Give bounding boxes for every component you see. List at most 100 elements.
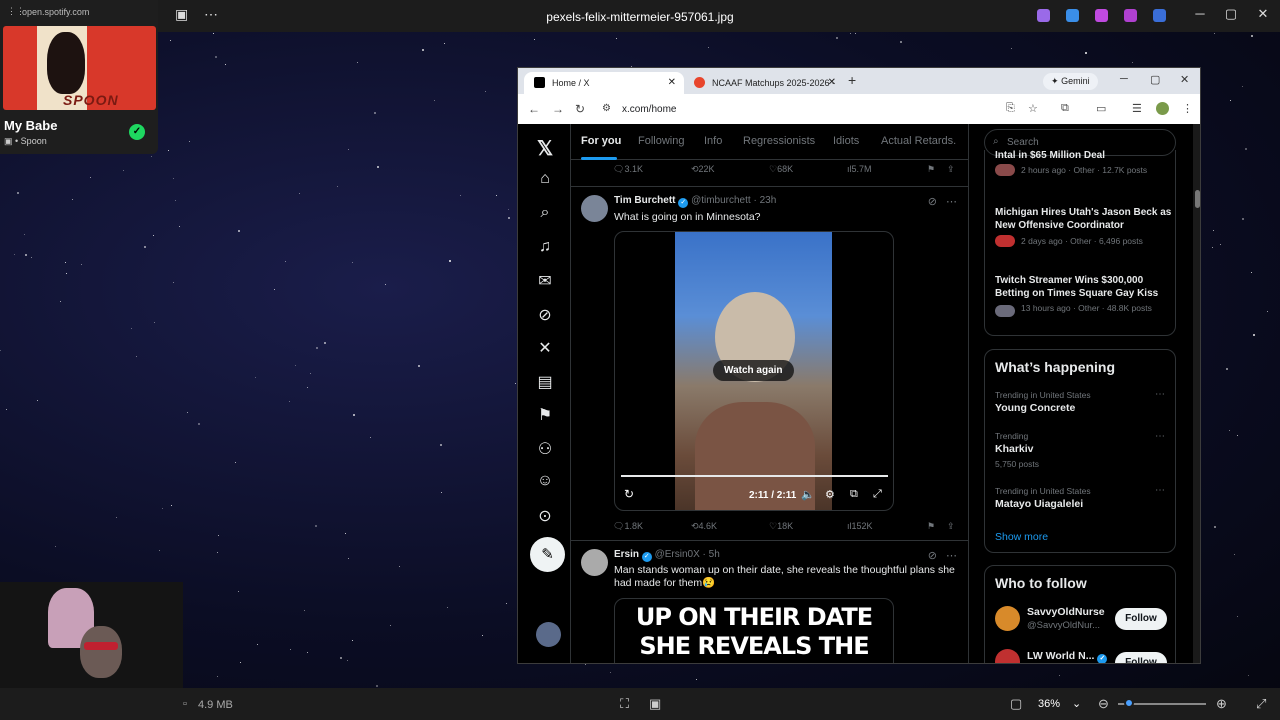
grok-explain-icon[interactable]: ⊘ (928, 195, 937, 208)
notifications-icon[interactable]: ♫ (535, 238, 555, 258)
profile-avatar[interactable] (1156, 102, 1169, 115)
maximize-button[interactable]: ▢ (1150, 73, 1160, 86)
crop-icon[interactable]: ▣ (649, 696, 661, 712)
search-icon[interactable]: ⌕ (535, 204, 555, 224)
tweet-time[interactable]: · 5h (703, 549, 720, 560)
close-tab-icon[interactable]: ✕ (828, 77, 836, 88)
copilot-icon[interactable] (1037, 9, 1050, 22)
gemini-button[interactable]: ✦ Gemini (1043, 73, 1098, 90)
grok-icon[interactable]: ⊘ (535, 305, 555, 325)
settings-icon[interactable]: ⚙ (825, 488, 835, 501)
repost-button[interactable]: ⟲ 22K (691, 164, 715, 175)
lists-icon[interactable]: ▤ (535, 372, 555, 392)
trend-name[interactable]: Kharkiv (995, 443, 1034, 455)
trend-more-icon[interactable]: ⋯ (1155, 485, 1165, 496)
tab-regressionists[interactable]: Regressionists (743, 135, 815, 147)
repost-button[interactable]: ⟲ 4.6K (691, 521, 717, 532)
reading-list-icon[interactable]: ☰ (1132, 102, 1142, 115)
close-button[interactable]: ✕ (1180, 73, 1189, 86)
more-icon[interactable]: ⊙ (535, 506, 555, 526)
album-art[interactable]: SPOON (3, 26, 156, 110)
author-handle[interactable]: @Ersin0X (655, 549, 700, 560)
home-icon[interactable]: ⌂ (535, 170, 555, 190)
tweet-image[interactable]: UP ON THEIR DATE SHE REVEALS THE THOUGHT… (614, 598, 894, 663)
close-button[interactable]: ✕ (1248, 6, 1278, 22)
video-progress-bar[interactable] (621, 475, 888, 477)
video-player[interactable]: Watch again ↻ 2:11 / 2:11 🔈 ⚙ ⧉ ⤢ (614, 231, 894, 511)
site-info-icon[interactable]: ⚙ (602, 103, 611, 114)
communities-icon[interactable]: ⚇ (535, 439, 555, 459)
fullscreen-icon[interactable]: ⤢ (873, 488, 882, 501)
fullscreen-icon[interactable]: ⤢ (1256, 696, 1266, 712)
bookmarks-icon[interactable]: ⚑ (535, 405, 555, 425)
news-title[interactable]: Michigan Hires Utah's Jason Beck as New … (995, 206, 1175, 232)
tab-ncaaf[interactable]: NCAAF Matchups 2025-2026 - ✕ (684, 72, 844, 94)
app-icon[interactable] (1066, 9, 1079, 22)
views-button[interactable]: ıl 152K (847, 521, 873, 531)
like-button[interactable]: ♡ 68K (769, 164, 793, 175)
premium-x-icon[interactable]: ✕ (535, 338, 555, 358)
install-app-icon[interactable]: ⎘ (1006, 102, 1015, 115)
author-avatar[interactable] (581, 195, 608, 222)
account-avatar[interactable] (995, 606, 1020, 631)
tweet[interactable]: Tim Burchett ✓ @timburchett · 23h ⊘ ⋯ Wh… (571, 186, 968, 592)
messages-icon[interactable]: ✉ (535, 271, 555, 291)
share-icon[interactable]: ⇪ (947, 521, 955, 532)
replay-icon[interactable]: ↻ (624, 487, 634, 501)
grok-explain-icon[interactable]: ⊘ (928, 549, 937, 562)
minimize-button[interactable]: ─ (1120, 73, 1128, 85)
sidebar-icon[interactable]: ▭ (1096, 102, 1106, 115)
tweet-more-icon[interactable]: ⋯ (946, 195, 957, 208)
scrollbar-thumb[interactable] (1195, 190, 1200, 208)
author-name[interactable]: Tim Burchett (614, 195, 676, 206)
reload-icon[interactable]: ↻ (575, 102, 585, 116)
zoom-level-select[interactable]: 36% ⌄ (1030, 694, 1088, 714)
post-button[interactable]: ✎ (530, 537, 565, 572)
extensions-icon[interactable]: ⧉ (1061, 102, 1069, 115)
tweet-more-icon[interactable]: ⋯ (946, 549, 957, 562)
reply-button[interactable]: 🗨 3.1K (613, 164, 643, 175)
watch-again-button[interactable]: Watch again (713, 360, 794, 381)
zoom-out-icon[interactable]: ⊖ (1098, 696, 1109, 712)
close-tab-icon[interactable]: ✕ (668, 77, 676, 88)
zoom-slider-handle[interactable] (1124, 698, 1134, 708)
saved-check-icon[interactable]: ✓ (129, 124, 145, 140)
tab-info[interactable]: Info (704, 135, 722, 147)
fit-view-icon[interactable]: ⛶ (620, 696, 629, 712)
new-tab-button[interactable]: + (848, 72, 856, 88)
picture-in-picture-icon[interactable]: ⧉ (850, 488, 858, 501)
actual-size-icon[interactable]: ▢ (1010, 696, 1022, 712)
x-logo-icon[interactable]: 𝕏 (535, 136, 555, 160)
tab-home-x[interactable]: Home / X ✕ (524, 72, 684, 94)
account-name[interactable]: SavvyOldNurse (1027, 606, 1105, 618)
share-icon[interactable]: ⇪ (947, 164, 955, 175)
account-avatar[interactable] (536, 622, 561, 647)
trend-more-icon[interactable]: ⋯ (1155, 389, 1165, 400)
menu-icon[interactable]: ⋮ (1182, 102, 1193, 115)
author-handle[interactable]: @timburchett (691, 195, 751, 206)
maximize-button[interactable]: ▢ (1216, 6, 1246, 22)
minimize-button[interactable]: ─ (1185, 6, 1215, 21)
back-icon[interactable]: ← (528, 102, 540, 116)
tab-following[interactable]: Following (638, 135, 684, 147)
views-button[interactable]: ıl 5.7M (847, 164, 872, 174)
page-scrollbar[interactable] (1193, 124, 1200, 663)
tab-idiots[interactable]: Idiots (833, 135, 859, 147)
tab-for-you[interactable]: For you (581, 135, 621, 147)
volume-icon[interactable]: 🔈 (801, 488, 815, 501)
onedrive-icon[interactable] (1153, 9, 1166, 22)
news-title[interactable]: Intal in $65 Million Deal (995, 149, 1175, 159)
trend-more-icon[interactable]: ⋯ (1155, 431, 1165, 442)
profile-icon[interactable]: ☺ (535, 472, 555, 492)
like-button[interactable]: ♡ 18K (769, 521, 793, 532)
bookmark-star-icon[interactable]: ☆ (1028, 102, 1038, 115)
author-avatar[interactable] (581, 549, 608, 576)
app-icon[interactable] (1095, 9, 1108, 22)
tweet-time[interactable]: · 23h (753, 195, 776, 206)
account-avatar[interactable] (995, 649, 1020, 663)
follow-button[interactable]: Follow (1115, 652, 1167, 663)
reply-button[interactable]: 🗨 1.8K (613, 521, 643, 532)
follow-button[interactable]: Follow (1115, 608, 1167, 630)
account-name[interactable]: LW World N... ✓ (1027, 650, 1108, 663)
tab-actual-retards[interactable]: Actual Retards. (881, 135, 956, 147)
